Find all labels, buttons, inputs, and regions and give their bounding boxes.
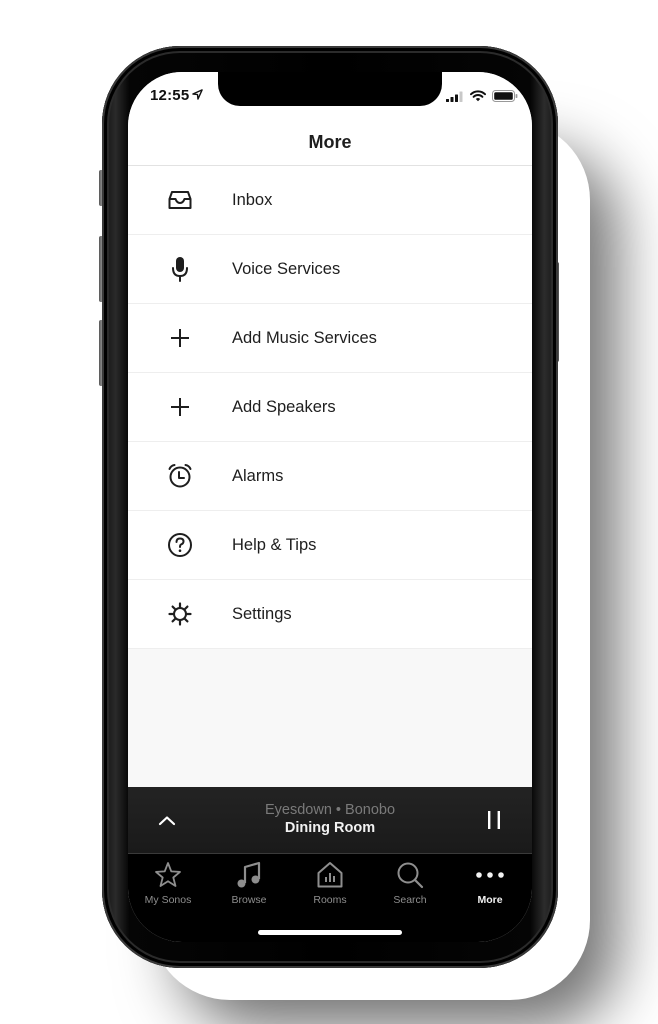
menu-item-label: Add Music Services — [232, 328, 377, 347]
tab-label: My Sonos — [144, 894, 192, 906]
now-playing-room: Dining Room — [284, 820, 376, 836]
menu-item-settings[interactable]: Settings — [128, 580, 532, 649]
menu-item-label: Help & Tips — [232, 535, 317, 554]
menu-item-label: Alarms — [232, 466, 284, 485]
now-playing-track: Eyesdown • Bonobo — [264, 802, 396, 818]
menu-item-label: Add Speakers — [232, 397, 336, 416]
status-indicators — [446, 89, 518, 107]
tab-more[interactable]: More — [450, 860, 530, 912]
menu-item-alarms[interactable]: Alarms — [128, 442, 532, 511]
tab-label: Rooms — [313, 894, 347, 906]
plus-icon — [128, 397, 232, 417]
search-icon — [370, 860, 450, 890]
inbox-icon — [128, 190, 232, 210]
menu-item-voice-services[interactable]: Voice Services — [128, 235, 532, 304]
battery-icon — [492, 89, 518, 107]
gear-icon — [128, 602, 232, 626]
location-arrow-icon — [192, 87, 204, 104]
menu-item-add-music-services[interactable]: Add Music Services — [128, 304, 532, 373]
tab-label: More — [477, 894, 503, 906]
house-icon — [290, 860, 370, 890]
more-dots-icon — [450, 860, 530, 890]
microphone-icon — [128, 256, 232, 282]
tab-browse[interactable]: Browse — [209, 860, 289, 912]
page-title: More — [308, 132, 352, 152]
menu-item-label: Inbox — [232, 190, 273, 209]
tab-bar: My Sonos Browse Rooms Search More — [128, 854, 532, 942]
tab-search[interactable]: Search — [370, 860, 450, 912]
device-notch — [218, 72, 442, 106]
now-playing-bar[interactable]: Eyesdown • Bonobo Dining Room — [128, 787, 532, 854]
tab-label: Browse — [231, 894, 267, 906]
cellular-signal-icon — [446, 89, 464, 107]
now-playing-info[interactable]: Eyesdown • Bonobo Dining Room — [208, 802, 452, 836]
tab-rooms[interactable]: Rooms — [290, 860, 370, 912]
tab-my-sonos[interactable]: My Sonos — [128, 860, 208, 912]
menu-item-add-speakers[interactable]: Add Speakers — [128, 373, 532, 442]
menu-item-label: Voice Services — [232, 259, 341, 278]
chevron-up-icon[interactable] — [154, 809, 180, 831]
more-menu: Inbox Voice Services Add Music Services — [128, 166, 532, 649]
menu-item-inbox[interactable]: Inbox — [128, 166, 532, 235]
menu-item-label: Settings — [232, 604, 292, 623]
wifi-icon — [470, 89, 486, 107]
status-time-group: 12:55 — [150, 87, 204, 104]
home-indicator[interactable] — [258, 930, 402, 935]
page-header: More — [128, 120, 532, 166]
menu-item-help-tips[interactable]: Help & Tips — [128, 511, 532, 580]
phone-screen: 12:55 More Inbox Voice Services Add Musi… — [128, 72, 532, 942]
status-time: 12:55 — [150, 87, 190, 104]
pause-icon[interactable] — [482, 808, 506, 832]
alarm-clock-icon — [128, 463, 232, 489]
tab-label: Search — [393, 894, 427, 906]
question-circle-icon — [128, 532, 232, 558]
star-icon — [128, 860, 208, 890]
plus-icon — [128, 328, 232, 348]
music-note-icon — [209, 860, 289, 890]
